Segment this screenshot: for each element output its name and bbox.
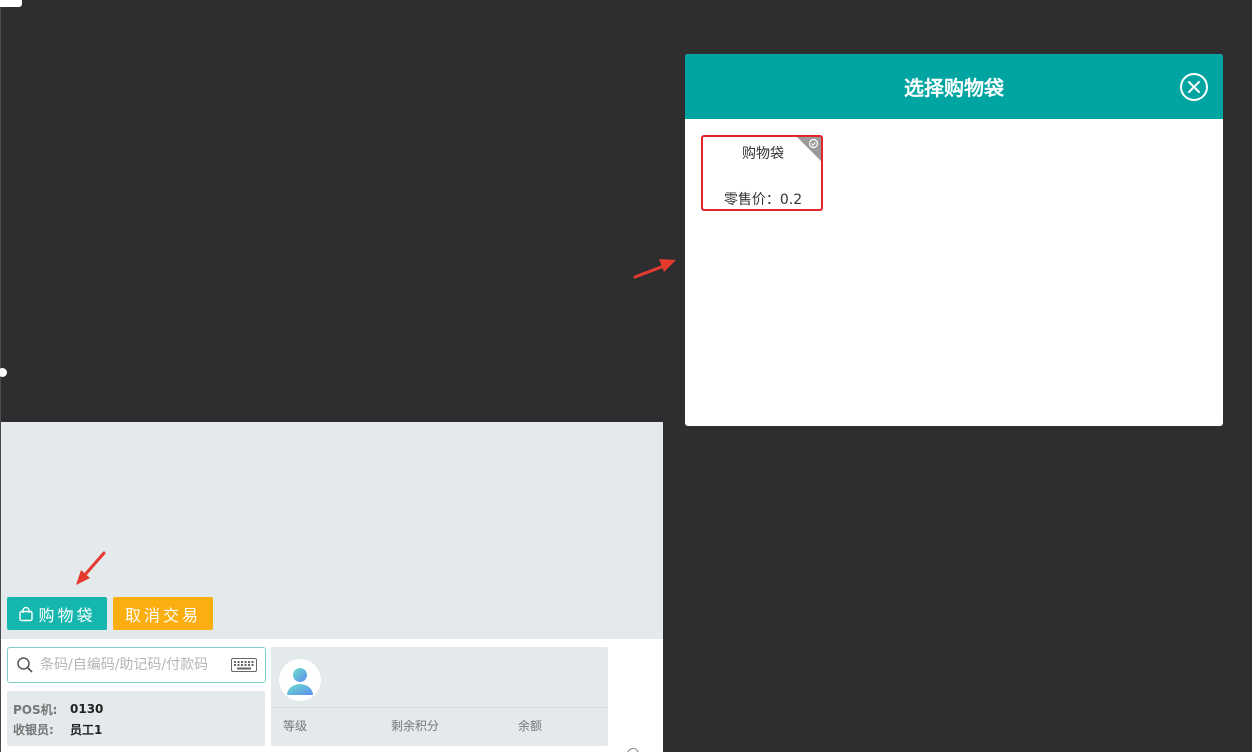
- member-card[interactable]: 等级 剩余积分 余额: [271, 647, 608, 746]
- member-balance-label: 余额: [518, 719, 543, 733]
- resize-handle[interactable]: [0, 368, 7, 377]
- pos-actions: 购物袋 取消交易: [7, 597, 213, 630]
- keyboard-icon[interactable]: [231, 658, 257, 672]
- user-avatar-icon: [279, 659, 321, 701]
- cashier-value: 员工1: [70, 722, 103, 737]
- shopping-bag-icon: [19, 606, 34, 621]
- select-bag-modal: 选择购物袋 购物袋 零售价：0.2: [685, 54, 1223, 426]
- pos-machine-value: 0130: [70, 702, 104, 716]
- cancel-transaction-label: 取消交易: [124, 605, 201, 625]
- red-arrow-icon: [76, 551, 106, 585]
- search-input[interactable]: [40, 657, 231, 673]
- member-points-label: 剩余积分: [391, 719, 440, 733]
- bag-item[interactable]: 购物袋 零售价：0.2: [701, 135, 823, 211]
- search-icon: [17, 657, 33, 673]
- member-stats: 等级 剩余积分 余额: [271, 717, 608, 734]
- cashier-label: 收银员:: [13, 722, 54, 737]
- bag-item-price: 零售价：0.2: [723, 192, 803, 208]
- cancel-transaction-button[interactable]: 取消交易: [113, 597, 213, 630]
- pos-machine-label: POS机:: [13, 702, 58, 717]
- modal-header: 选择购物袋: [685, 54, 1223, 119]
- pos-info-panel: POS机: 0130 收银员: 员工1: [7, 691, 265, 746]
- member-divider: [271, 707, 608, 708]
- check-corner-icon: [797, 137, 821, 161]
- close-circle-icon[interactable]: [1179, 72, 1209, 102]
- shopping-bag-button-label: 购物袋: [38, 605, 96, 625]
- pos-machine-row: POS机: 0130: [13, 699, 259, 719]
- red-arrow-icon: [633, 259, 676, 279]
- search-box[interactable]: [7, 647, 266, 683]
- member-level-label: 等级: [283, 719, 308, 733]
- pos-lower-section: POS机: 0130 收银员: 员工1: [1, 639, 663, 752]
- shopping-bag-button[interactable]: 购物袋: [7, 597, 107, 630]
- cashier-row: 收银员: 员工1: [13, 719, 259, 739]
- modal-title: 选择购物袋: [904, 76, 1004, 100]
- corner-tab: [0, 0, 22, 7]
